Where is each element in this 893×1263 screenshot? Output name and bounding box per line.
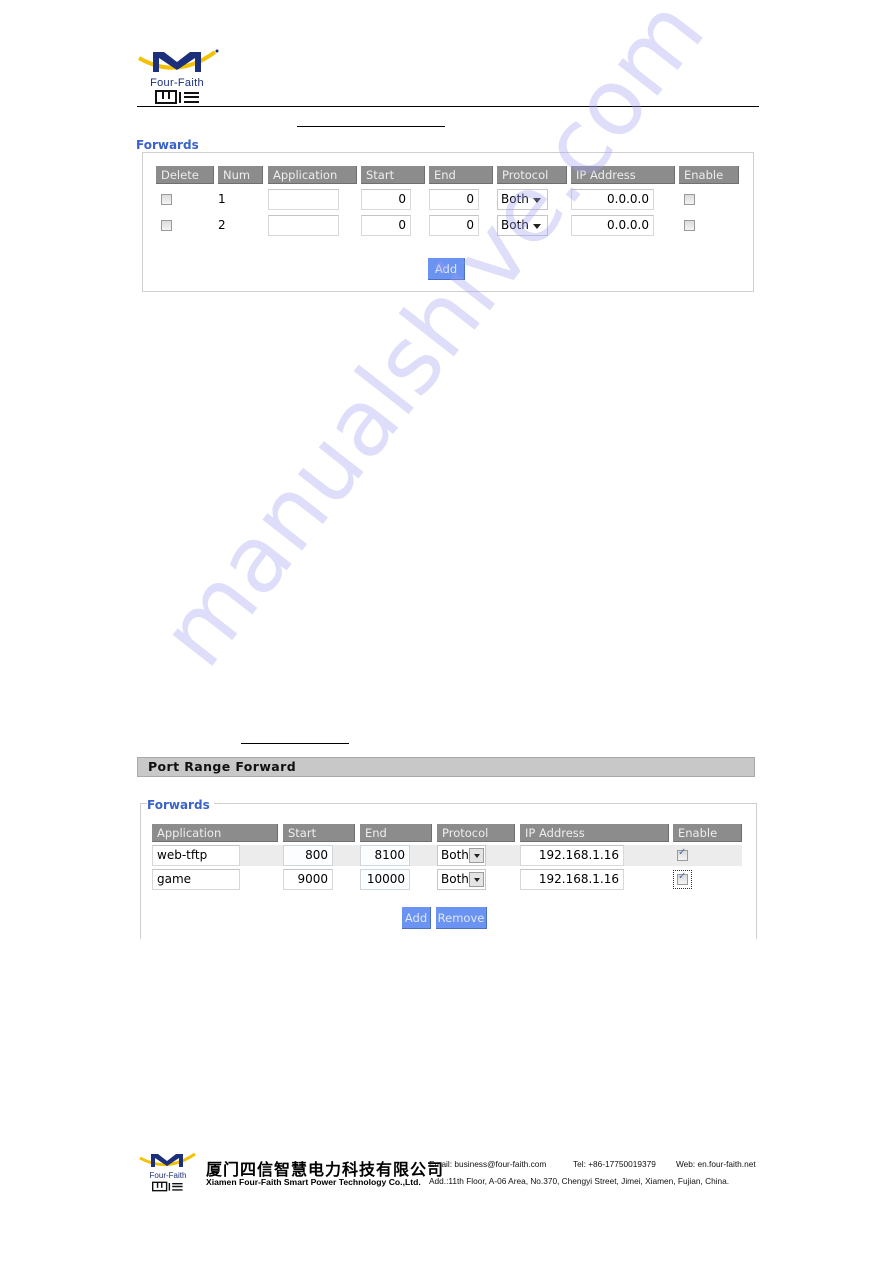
- hyperlink-underline: [241, 743, 349, 744]
- footer-address: Add.:11th Floor, A-06 Area, No.370, Chen…: [429, 1176, 730, 1186]
- column-header-ip-address: IP Address: [520, 824, 669, 842]
- protocol-value: Both: [441, 872, 469, 886]
- protocol-value: Both: [501, 192, 529, 206]
- protocol-value: Both: [441, 848, 469, 862]
- hyperlink-underline: [297, 126, 445, 127]
- application-input[interactable]: [268, 215, 339, 236]
- logo-cn-glyph-icon: [155, 90, 199, 104]
- company-name-en: Xiamen Four-Faith Smart Power Technology…: [206, 1177, 421, 1187]
- application-input[interactable]: web-tftp: [152, 845, 240, 866]
- enable-checkbox[interactable]: [684, 194, 695, 205]
- column-header-enable: Enable: [673, 824, 742, 842]
- start-port-input[interactable]: 0: [361, 215, 411, 236]
- application-input[interactable]: [268, 189, 339, 210]
- header-divider: [137, 106, 759, 107]
- ip-address-input[interactable]: 192.168.1.16: [520, 869, 624, 890]
- end-port-input[interactable]: 8100: [360, 845, 410, 866]
- column-header-application: Application: [268, 166, 357, 184]
- ip-address-input[interactable]: 0.0.0.0: [571, 215, 654, 236]
- column-header-application: Application: [152, 824, 278, 842]
- footer-tel: Tel: +86-17750019379: [573, 1159, 656, 1169]
- column-header-ip-address: IP Address: [571, 166, 675, 184]
- start-port-input[interactable]: 0: [361, 189, 411, 210]
- protocol-select[interactable]: Both: [437, 845, 486, 866]
- dropdown-arrow-icon: [533, 224, 541, 229]
- ip-address-input[interactable]: 192.168.1.16: [520, 845, 624, 866]
- end-port-input[interactable]: 0: [429, 189, 479, 210]
- start-port-input[interactable]: 800: [283, 845, 333, 866]
- column-header-start: Start: [283, 824, 355, 842]
- enable-checkbox[interactable]: [677, 847, 688, 861]
- protocol-select[interactable]: Both: [497, 215, 548, 236]
- dropdown-arrow-icon: [474, 878, 480, 882]
- ip-address-input[interactable]: 0.0.0.0: [571, 189, 654, 210]
- add-button[interactable]: Add: [402, 907, 431, 929]
- footer-logo-text: Four-Faith: [149, 1171, 187, 1180]
- footer-web: Web: en.four-faith.net: [676, 1159, 756, 1169]
- start-port-input[interactable]: 9000: [283, 869, 333, 890]
- protocol-select[interactable]: Both: [437, 869, 486, 890]
- application-input[interactable]: game: [152, 869, 240, 890]
- four-faith-m-icon: [137, 49, 219, 72]
- forwards-legend-2: Forwards: [147, 798, 214, 812]
- company-logo: Four-Faith: [137, 48, 219, 104]
- column-header-num: Num: [218, 166, 263, 184]
- row-num: 1: [218, 192, 226, 206]
- delete-checkbox[interactable]: [161, 194, 172, 205]
- column-header-end: End: [360, 824, 432, 842]
- dropdown-arrow-icon: [474, 854, 480, 858]
- logo-cn-glyph-icon: [152, 1181, 183, 1192]
- column-header-start: Start: [361, 166, 425, 184]
- column-header-protocol: Protocol: [497, 166, 567, 184]
- watermark: manualshive.com: [140, 0, 725, 686]
- row-num: 2: [218, 218, 226, 232]
- protocol-select[interactable]: Both: [497, 189, 548, 210]
- end-port-input[interactable]: 10000: [360, 869, 410, 890]
- four-faith-m-icon: [139, 1152, 196, 1167]
- add-button[interactable]: Add: [428, 258, 465, 280]
- delete-checkbox[interactable]: [161, 220, 172, 231]
- footer-email: Email: business@four-faith.com: [429, 1159, 547, 1169]
- enable-checkbox[interactable]: [684, 220, 695, 231]
- column-header-enable: Enable: [679, 166, 739, 184]
- column-header-end: End: [429, 166, 493, 184]
- protocol-value: Both: [501, 218, 529, 232]
- footer-logo: Four-Faith: [139, 1151, 199, 1195]
- enable-checkbox[interactable]: [677, 871, 688, 885]
- end-port-input[interactable]: 0: [429, 215, 479, 236]
- section-title-port-range-forward: Port Range Forward: [137, 757, 755, 777]
- dropdown-arrow-icon: [533, 198, 541, 203]
- logo-text: Four-Faith: [150, 77, 204, 89]
- column-header-delete: Delete: [156, 166, 214, 184]
- remove-button[interactable]: Remove: [436, 907, 487, 929]
- forwards-legend-1: Forwards: [136, 138, 203, 152]
- column-header-protocol: Protocol: [437, 824, 515, 842]
